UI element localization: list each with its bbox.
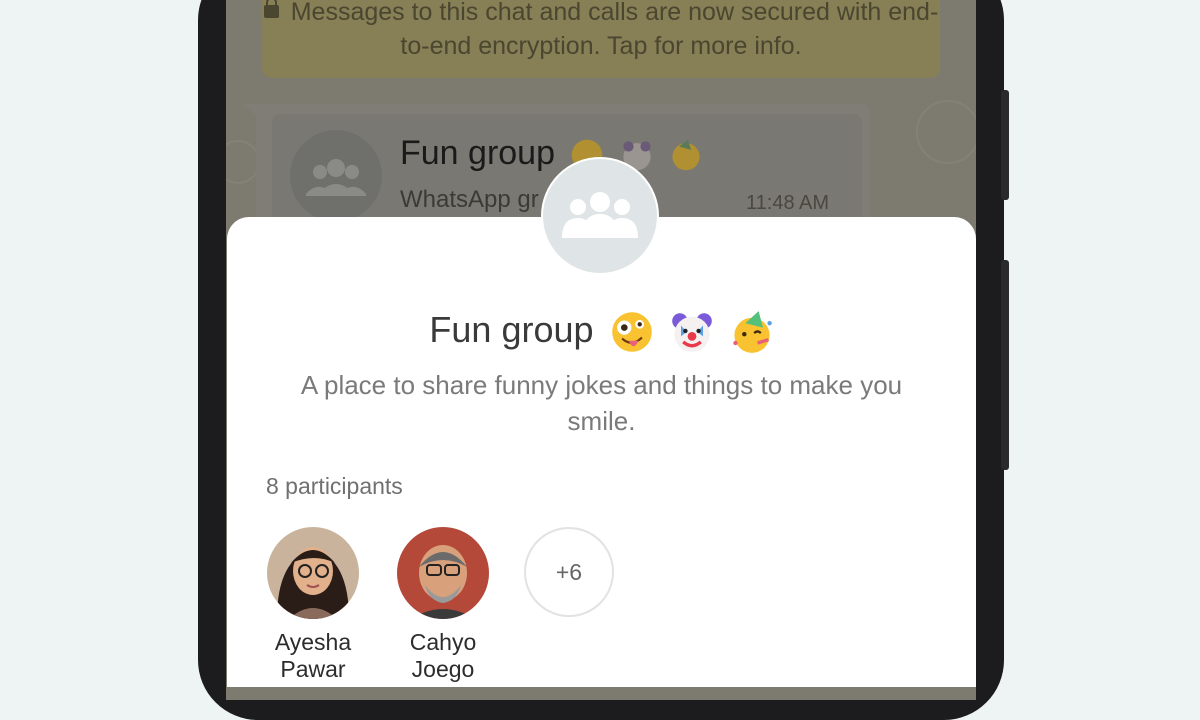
clown-face-icon	[671, 313, 712, 353]
group-info-sheet: Fun group A place to share funny jokes a…	[227, 217, 976, 687]
wallpaper-doodle	[226, 140, 260, 184]
participant-ayesha[interactable]: Ayesha Pawar	[265, 527, 361, 683]
people-group-icon	[562, 192, 638, 238]
participants-count: 8 participants	[266, 473, 403, 499]
encryption-notice-text: Messages to this chat and calls are now …	[290, 0, 939, 60]
lock-icon	[263, 0, 279, 18]
message-timestamp: 11:48 AM	[746, 192, 830, 214]
phone-side-button	[1001, 90, 1009, 200]
group-icon	[541, 157, 659, 275]
partying-face-icon	[672, 139, 700, 171]
more-participants-button[interactable]: +6	[521, 527, 617, 617]
avatar	[397, 527, 489, 619]
phone-side-button	[1001, 260, 1009, 470]
participant-cahyo[interactable]: Cahyo Joego	[395, 527, 491, 683]
group-description: A place to share funny jokes and things …	[300, 370, 903, 436]
group-avatar-icon	[290, 130, 382, 222]
encryption-notice[interactable]: Messages to this chat and calls are now …	[262, 0, 940, 78]
invite-subtitle: WhatsApp gr	[400, 186, 539, 213]
zany-face-icon	[611, 312, 652, 353]
more-participants-count: +6	[524, 527, 614, 617]
partying-face-icon	[732, 311, 772, 354]
wallpaper-doodle	[916, 100, 976, 164]
avatar	[267, 527, 359, 619]
group-name-heading: Fun group	[227, 309, 976, 354]
invite-title: Fun group	[400, 134, 703, 173]
